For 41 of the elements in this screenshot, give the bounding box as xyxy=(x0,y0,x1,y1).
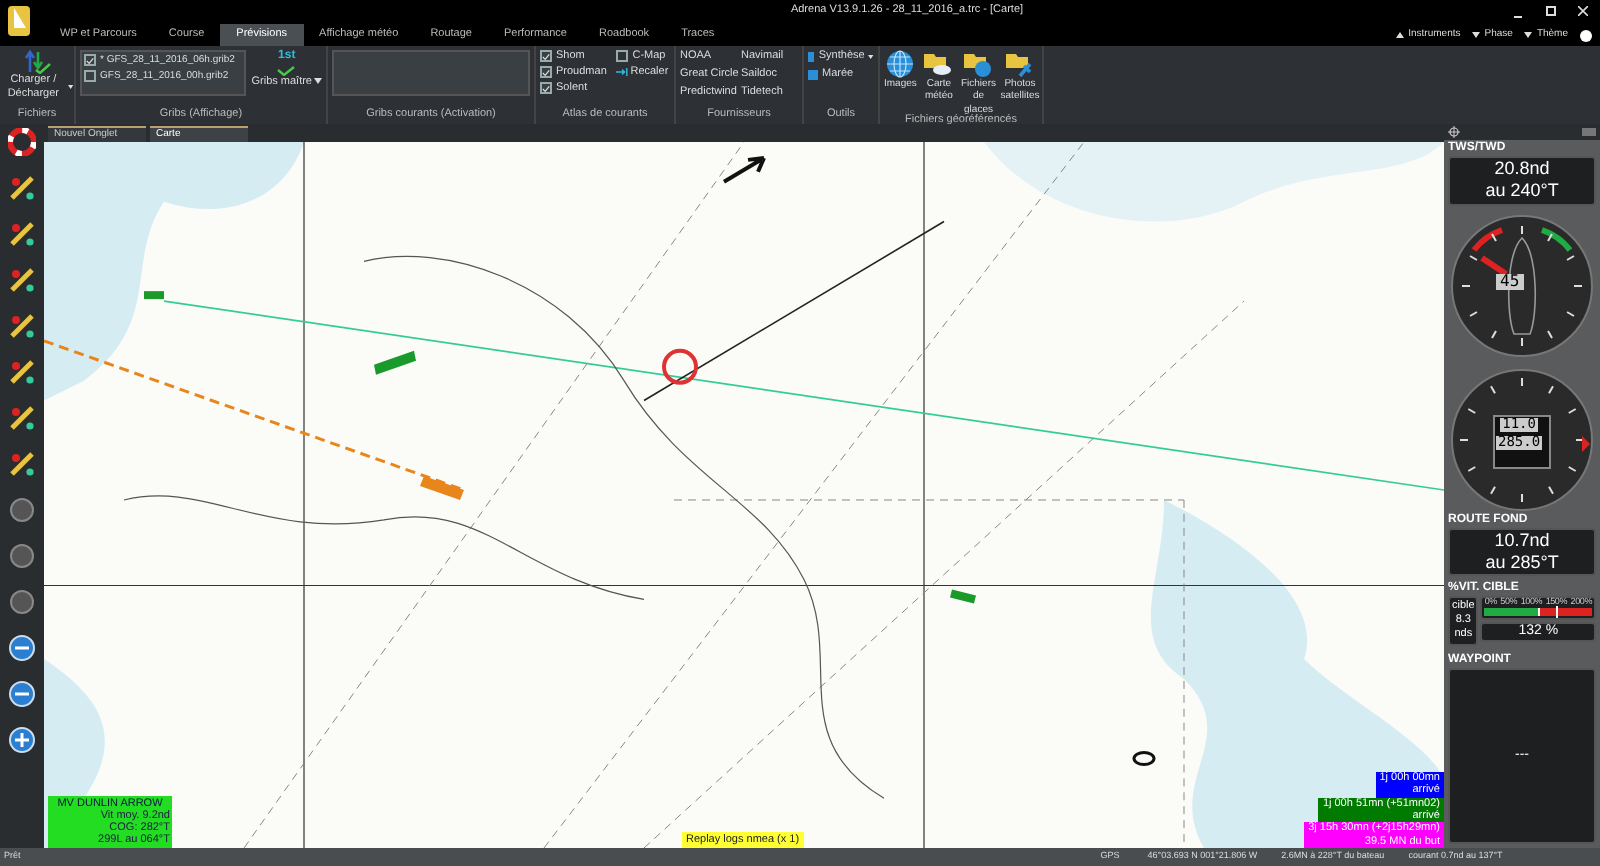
zoom-out-icon[interactable] xyxy=(8,634,36,662)
buoy-mark xyxy=(1132,751,1156,766)
checkbox[interactable] xyxy=(540,50,552,63)
compass-gauge xyxy=(1450,367,1594,511)
circle-icon[interactable] xyxy=(8,588,36,616)
zoom-out-icon[interactable] xyxy=(8,680,36,708)
boat-marker[interactable] xyxy=(420,476,464,500)
caret-icon xyxy=(1472,32,1481,38)
caret-icon xyxy=(868,53,874,60)
globe-icon xyxy=(886,50,915,78)
zoom-in-icon[interactable] xyxy=(8,726,36,754)
caret-icon xyxy=(1524,32,1533,38)
check-icon xyxy=(276,65,297,75)
folder-satellite-icon xyxy=(1006,50,1034,78)
checkbox[interactable] xyxy=(540,82,552,95)
checkbox[interactable] xyxy=(84,70,96,83)
wind-speed-display: 20.8nd au 240°T xyxy=(1448,156,1596,205)
checkbox[interactable] xyxy=(84,54,96,67)
arrows-check-icon xyxy=(23,50,51,74)
wind-angle-gauge xyxy=(1450,213,1594,357)
align-arrow-icon xyxy=(616,68,629,77)
boat-marker[interactable] xyxy=(374,350,416,375)
course-over-ground-display: 10.7nd au 285°T xyxy=(1448,527,1596,576)
close-button[interactable] xyxy=(1576,5,1588,17)
folder-globe-icon xyxy=(964,50,993,78)
maximize-button[interactable] xyxy=(1546,5,1556,15)
caret-icon xyxy=(68,84,74,91)
crosshair-icon[interactable] xyxy=(1448,126,1460,138)
app-logo-icon xyxy=(6,2,34,38)
lifebuoy-icon[interactable] xyxy=(8,128,36,156)
boat-marker[interactable] xyxy=(144,291,164,300)
arrow-icon xyxy=(722,155,766,184)
target-ring[interactable] xyxy=(662,348,698,385)
boat-marker[interactable] xyxy=(950,589,976,604)
caret-icon xyxy=(1396,32,1405,38)
circle-icon[interactable] xyxy=(8,496,36,524)
caret-icon xyxy=(314,78,322,85)
checkbox[interactable] xyxy=(616,50,629,63)
folder-cloud-icon xyxy=(924,50,953,78)
checkbox[interactable] xyxy=(540,66,552,79)
circle-icon[interactable] xyxy=(8,542,36,570)
